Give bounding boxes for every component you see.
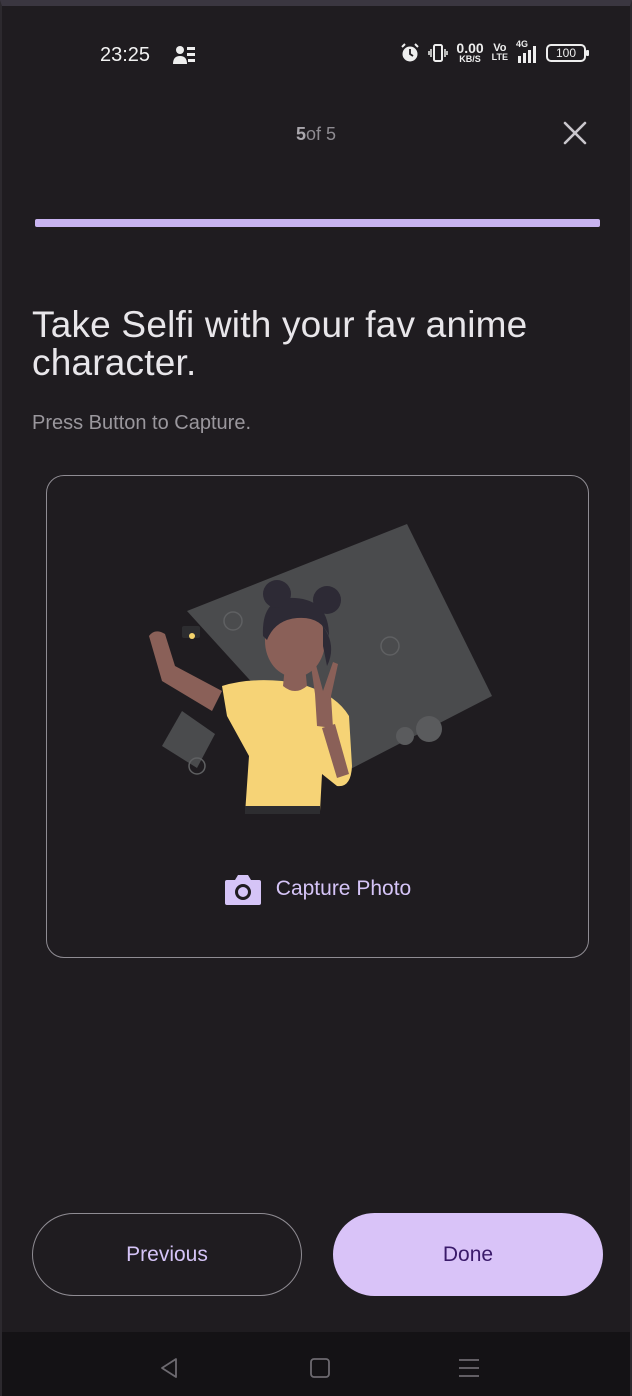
vibrate-icon	[428, 44, 449, 62]
step-indicator: 5of 5	[2, 124, 630, 145]
done-button[interactable]: Done	[333, 1213, 603, 1296]
app-screen: 23:25 0.00 KB/S Vo LTE 4G 100 5of 5 Take…	[0, 0, 632, 1396]
previous-button[interactable]: Previous	[32, 1213, 302, 1296]
signal-icon: 4G	[516, 40, 538, 64]
home-icon[interactable]	[308, 1356, 332, 1380]
system-navbar	[2, 1332, 630, 1396]
close-icon[interactable]	[562, 120, 588, 146]
back-icon[interactable]	[158, 1356, 182, 1380]
menu-icon[interactable]	[457, 1356, 481, 1380]
status-time: 23:25	[100, 44, 151, 66]
volte-indicator: Vo LTE	[491, 42, 508, 62]
selfie-illustration	[149, 524, 492, 814]
step-total: of 5	[305, 124, 337, 144]
capture-photo-label: Capture Photo	[275, 877, 412, 900]
progress-fill	[35, 219, 600, 227]
step-current: 5	[295, 124, 306, 144]
capture-button[interactable]: Capture Photo	[47, 872, 588, 906]
capture-photo-area[interactable]: Capture Photo	[46, 475, 589, 958]
progress-bar	[35, 219, 600, 227]
page-title: Take Selfi with your fav anime character…	[32, 304, 528, 383]
page-subtitle: Press Button to Capture.	[32, 412, 252, 434]
net-speed: 0.00 KB/S	[456, 40, 484, 64]
status-icons: 0.00 KB/S Vo LTE 4G 100	[400, 40, 589, 64]
people-icon	[173, 46, 195, 64]
battery-icon: 100	[546, 44, 589, 62]
camera-icon	[224, 875, 261, 905]
alarm-icon	[401, 43, 420, 62]
status-bar: 23:25 0.00 KB/S Vo LTE 4G 100	[2, 34, 630, 78]
